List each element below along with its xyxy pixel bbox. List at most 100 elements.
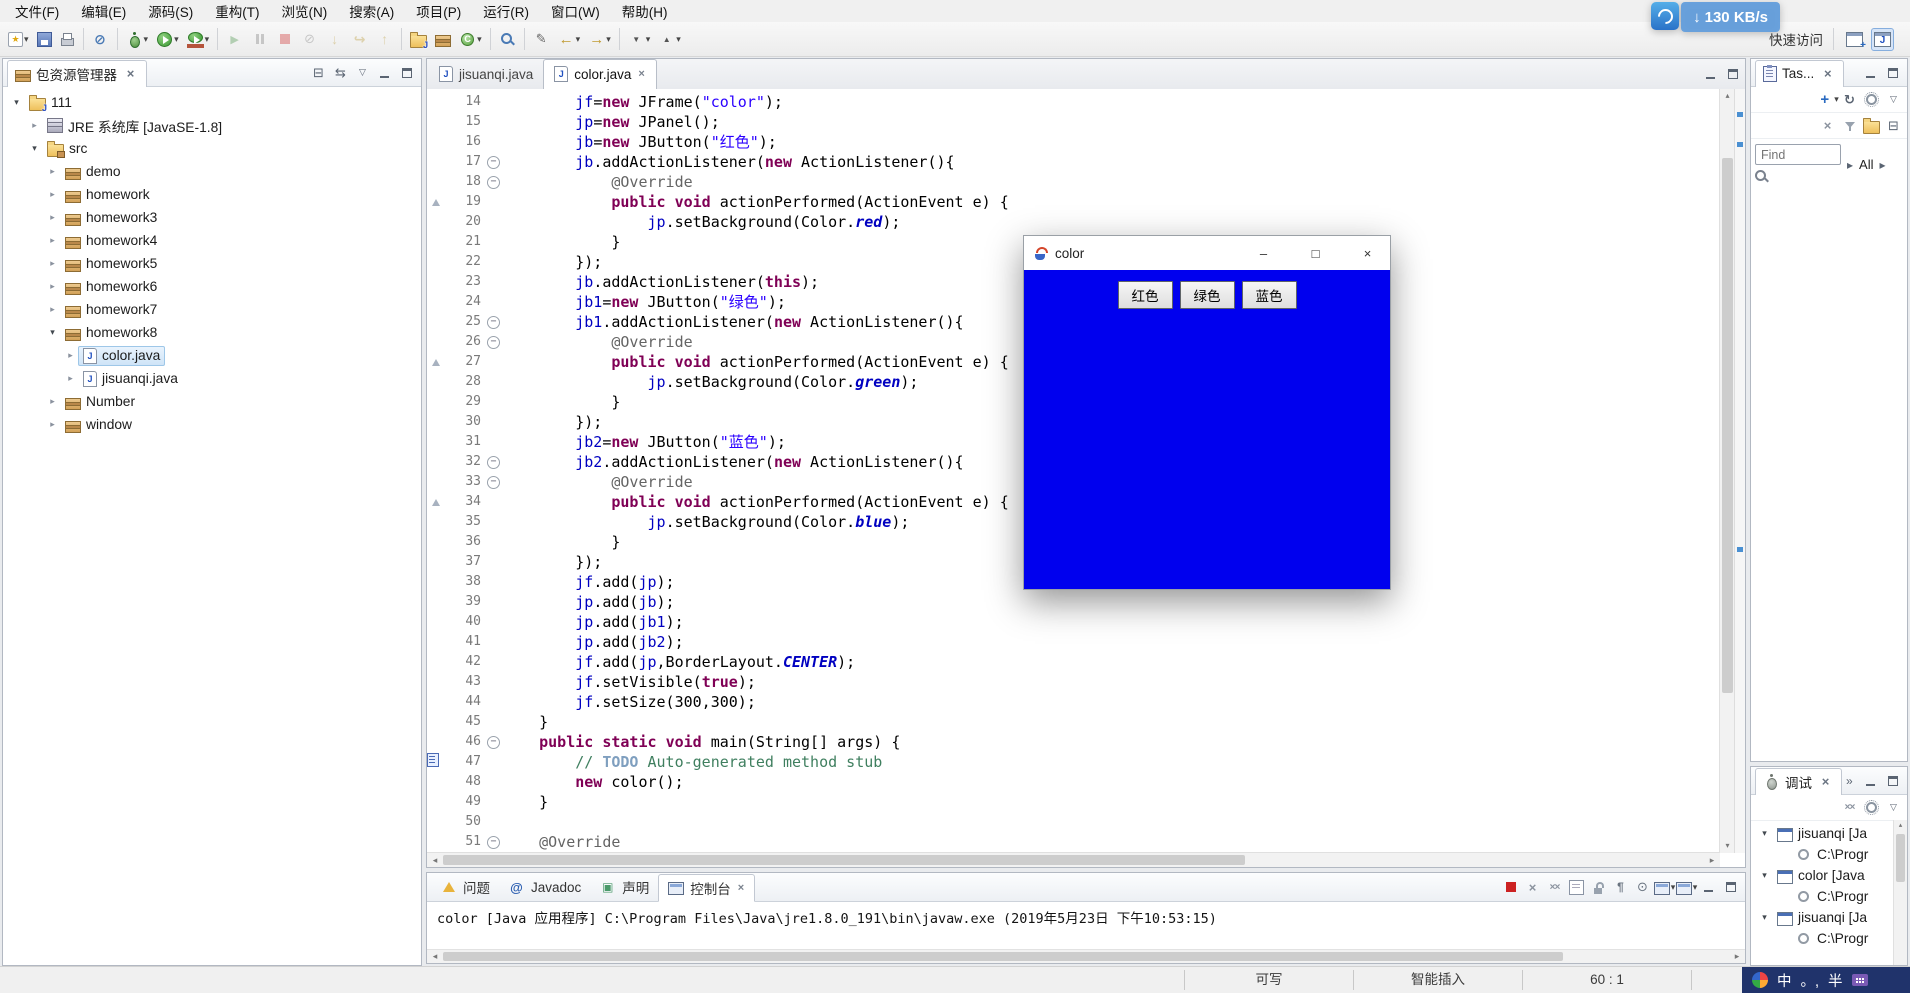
clear-console-button[interactable] [1566,877,1587,898]
editor-vertical-scrollbar[interactable]: ▴ ▾ [1719,89,1735,853]
remove-all-button[interactable] [1839,797,1860,818]
save-button[interactable] [33,25,56,53]
new-dropdown-arrow[interactable]: ▾ [24,34,29,45]
menu-item-2[interactable]: 编辑(E) [70,0,137,23]
close-tab-icon[interactable]: × [737,882,745,894]
editor-tab-2[interactable]: color.java × [543,58,657,90]
collapse-region-icon[interactable]: − [487,156,500,169]
back-button[interactable]: ▾ [554,25,585,53]
collapse-region-icon[interactable]: − [487,836,500,849]
code-line[interactable]: 17− jb.addActionListener(new ActionListe… [427,152,1720,172]
view-menu-button[interactable] [1883,89,1904,110]
menu-item-9[interactable]: 窗口(W) [540,0,611,23]
expand-arrow-icon[interactable]: ▸ [45,281,60,292]
ime-toolbar[interactable]: 中 。, 半 [1742,967,1910,993]
package-explorer-title-tab[interactable]: 包资源管理器 [7,59,147,87]
tree-item[interactable]: ▸ window [3,413,421,436]
pin-console-button[interactable] [1632,877,1653,898]
new-java-project-button[interactable] [406,25,431,53]
maximize-button[interactable] [1722,64,1743,85]
last-edit-button[interactable] [529,25,554,53]
open-console-button[interactable]: ▾ [1675,877,1697,898]
word-wrap-button[interactable] [1610,877,1631,898]
minimize-button[interactable] [1860,62,1881,83]
forward-button[interactable]: ▾ [584,25,615,53]
close-tab-icon[interactable]: × [637,68,645,80]
find-input[interactable] [1755,144,1841,165]
collapse-region-icon[interactable]: − [487,476,500,489]
expand-arrow-icon[interactable]: ▸ [45,258,60,269]
debug-dropdown-arrow[interactable]: ▾ [144,34,149,45]
overview-mark[interactable] [1737,142,1743,148]
code-line[interactable]: 15 jp=new JPanel(); [427,112,1720,132]
tree-item[interactable]: ▾ color [Java [1751,865,1907,886]
scroll-left-arrow-icon[interactable]: ◂ [427,951,443,962]
next-annotation-dropdown-arrow[interactable]: ▾ [646,34,651,45]
expand-arrow-icon[interactable]: ▸ [63,350,78,361]
ime-punctuation-mode[interactable]: 。, [1801,970,1820,991]
prev-annotation-dropdown-arrow[interactable]: ▾ [676,34,681,45]
expand-arrow-icon[interactable]: ▾ [27,143,42,154]
ime-keyboard-icon[interactable] [1851,974,1868,986]
expand-arrow-icon[interactable]: ▸ [45,189,60,200]
new-package-button[interactable] [431,25,455,53]
terminate-button[interactable] [1500,877,1521,898]
code-line[interactable]: 51− @Override [427,832,1720,852]
scroll-up-arrow-icon[interactable]: ▴ [1894,820,1907,832]
app-minimize-button[interactable]: – [1241,236,1286,270]
skip-breakpoints-button[interactable] [88,25,113,53]
tree-item[interactable]: C:\Progr [1751,844,1907,865]
scroll-up-arrow-icon[interactable]: ▴ [1720,89,1735,103]
new-task-button[interactable]: ▾ [1817,89,1839,110]
display-console-button[interactable]: ▾ [1653,877,1675,898]
tree-item[interactable]: ▾ jisuanqi [Ja [1751,907,1907,928]
scrollbar-thumb[interactable] [1896,834,1905,882]
code-line[interactable]: 50 [427,812,1720,832]
close-view-icon[interactable] [1817,773,1834,790]
folder-button[interactable] [1861,115,1882,136]
new-class-button[interactable]: ▾ [455,25,486,53]
menu-item-5[interactable]: 浏览(N) [271,0,339,23]
filter-button[interactable] [1839,115,1860,136]
task-list-title-tab[interactable]: Tas... [1755,59,1845,87]
ime-logo-icon[interactable] [1752,972,1768,988]
tree-item[interactable]: ▾ homework8 [3,321,421,344]
code-line[interactable]: 45 } [427,712,1720,732]
scroll-right-arrow-icon[interactable]: ▸ [1729,951,1745,962]
tree-item[interactable]: ▸ homework7 [3,298,421,321]
view-menu-button[interactable] [1883,797,1904,818]
forward-dropdown-arrow[interactable]: ▾ [606,34,611,45]
code-line[interactable]: 43 jf.setVisible(true); [427,672,1720,692]
tree-item[interactable]: ▸ JRE 系统库 [JavaSE-1.8] [3,114,421,137]
ime-half-width-mode[interactable]: 半 [1828,970,1843,991]
maximize-button[interactable] [1882,62,1903,83]
expand-arrow-icon[interactable]: ▸ [45,304,60,315]
chevron-right-icon[interactable]: ▸ [1845,158,1855,172]
code-line[interactable]: 39 jp.add(jb); [427,592,1720,612]
scrollbar-thumb[interactable] [1722,157,1733,693]
minimize-button[interactable] [374,62,395,83]
new-class-dropdown-arrow[interactable]: ▾ [477,34,482,45]
minimize-button[interactable] [1698,877,1719,898]
debug-view-title-tab[interactable]: 调试 [1755,767,1842,795]
scroll-lock-button[interactable] [1588,877,1609,898]
maximize-button[interactable] [1720,877,1741,898]
expand-arrow-icon[interactable]: ▸ [45,235,60,246]
app-close-button[interactable]: × [1345,236,1390,270]
external-tools-dropdown-arrow[interactable]: ▾ [205,34,210,45]
task-list-all-link[interactable]: All [1859,157,1873,172]
tree-item[interactable]: ▾ jisuanqi [Ja [1751,823,1907,844]
expand-arrow-icon[interactable]: ▾ [45,327,60,338]
expand-arrow-icon[interactable]: ▸ [45,419,60,430]
net-speed-widget[interactable]: ↓ 130 KB/s [1651,2,1780,32]
back-dropdown-arrow[interactable]: ▾ [576,34,581,45]
menu-item-10[interactable]: 帮助(H) [611,0,679,23]
tab-console[interactable]: 控制台 × [658,873,756,902]
collapse-all-button[interactable] [308,62,329,83]
view-menu-button[interactable] [352,62,373,83]
code-line[interactable]: 40 jp.add(jb1); [427,612,1720,632]
remove-button[interactable] [1817,115,1838,136]
java-perspective-button[interactable] [1871,27,1894,51]
overview-mark[interactable] [1737,111,1743,117]
maximize-button[interactable] [396,62,417,83]
